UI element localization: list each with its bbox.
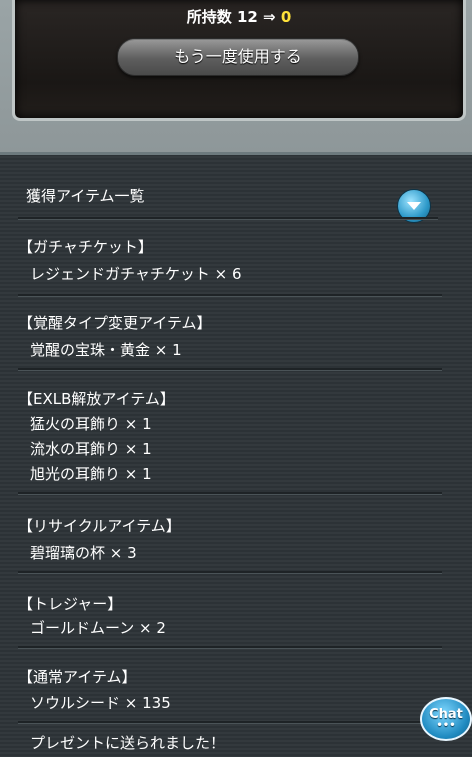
stock-count: 所持数 12 ⇒ 0 (15, 6, 463, 27)
divider (18, 368, 442, 370)
chat-dots-icon: ••• (436, 720, 456, 731)
group-title: 【通常アイテム】 (18, 668, 137, 686)
list-header: 獲得アイテム一覧 (0, 172, 472, 224)
chat-button[interactable]: Chat ••• (420, 697, 472, 741)
sent-to-gifts-message: プレゼントに送られました！ (30, 734, 226, 752)
dialog-body: 所持数 12 ⇒ 0 もう一度使用する (12, 0, 466, 121)
group-title: 【トレジャー】 (18, 595, 123, 613)
use-again-button[interactable]: もう一度使用する (117, 38, 359, 76)
list-item: 流水の耳飾り × 1 (30, 440, 152, 458)
list-item: ソウルシード × 135 (30, 694, 171, 712)
list-item: 旭光の耳飾り × 1 (30, 465, 152, 483)
result-dialog: 所持数 12 ⇒ 0 もう一度使用する (0, 0, 472, 152)
group-title: 【覚醒タイプ変更アイテム】 (18, 314, 212, 332)
stock-count-prefix: 所持数 12 ⇒ (186, 8, 276, 26)
divider (18, 571, 442, 573)
list-item: 覚醒の宝珠・黄金 × 1 (30, 341, 182, 359)
divider (18, 217, 438, 219)
divider (18, 294, 442, 296)
acquired-items-list: 獲得アイテム一覧 【ガチャチケット】 レジェンドガチャチケット × 6 【覚醒タ… (0, 152, 472, 757)
list-item: レジェンドガチャチケット × 6 (30, 265, 242, 283)
stock-count-after: 0 (280, 8, 292, 26)
list-title: 獲得アイテム一覧 (26, 187, 145, 205)
group-title: 【リサイクルアイテム】 (18, 517, 181, 535)
divider (18, 721, 442, 723)
list-item: ゴールドムーン × 2 (30, 619, 166, 637)
divider (18, 492, 442, 494)
list-item: 猛火の耳飾り × 1 (30, 415, 152, 433)
divider (18, 646, 442, 648)
group-title: 【ガチャチケット】 (18, 238, 153, 256)
group-title: 【EXLB解放アイテム】 (18, 390, 175, 408)
list-item: 碧瑠璃の杯 × 3 (30, 544, 137, 562)
